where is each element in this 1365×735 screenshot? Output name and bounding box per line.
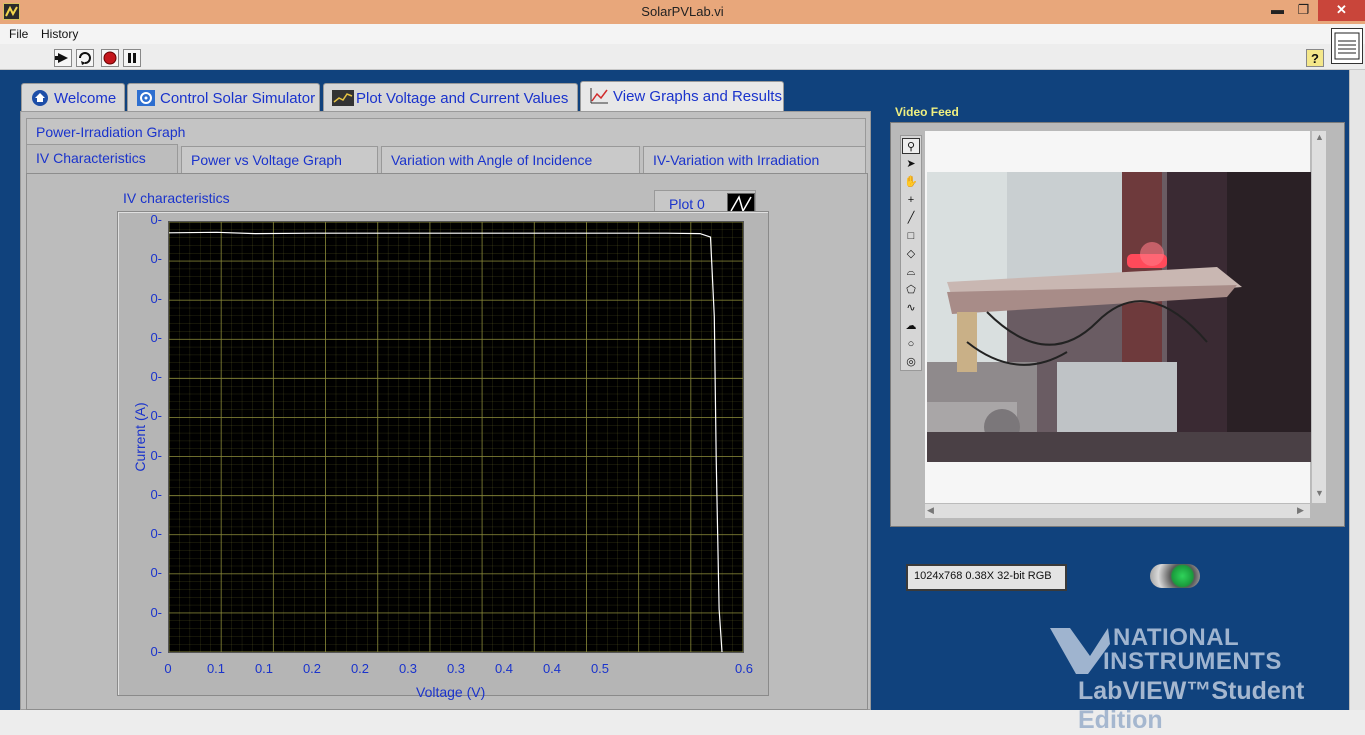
x-tick-label: 0.3 xyxy=(446,661,466,676)
x-tick-label: 0.5 xyxy=(590,661,610,676)
x-tick-label: 0.6 xyxy=(734,661,754,676)
image-info-text: 1024x768 0.38X 32-bit RGB xyxy=(908,566,1065,589)
home-icon xyxy=(30,89,50,107)
waveform-icon xyxy=(332,89,354,107)
vi-icon xyxy=(1331,28,1363,64)
graph-icon xyxy=(589,87,609,105)
video-vertical-scrollbar[interactable]: ▲ ▼ xyxy=(1311,131,1326,503)
close-icon[interactable]: ✕ xyxy=(1318,0,1365,21)
y-tick-label: 0- xyxy=(150,565,162,581)
line-icon[interactable]: ╱ xyxy=(902,210,920,226)
run-continuous-icon[interactable] xyxy=(76,49,94,67)
y-tick-label: 0- xyxy=(150,644,162,659)
tab-welcome[interactable]: Welcome xyxy=(21,83,125,113)
x-axis-label: Voltage (V) xyxy=(416,684,486,700)
menu-history[interactable]: History xyxy=(41,27,78,41)
restore-icon[interactable]: ❐ xyxy=(1290,0,1317,21)
freehand-icon[interactable]: ∿ xyxy=(902,300,920,316)
polygon-icon[interactable]: ⬠ xyxy=(902,282,920,298)
status-led-toggle[interactable] xyxy=(1150,564,1200,588)
panel-scrollbar[interactable] xyxy=(1349,70,1365,710)
x-tick-label: 0.1 xyxy=(206,661,226,676)
graph-title: IV characteristics xyxy=(123,190,230,206)
scroll-down-icon[interactable]: ▼ xyxy=(1315,488,1324,498)
tab-label: IV-Variation with Irradiation xyxy=(653,152,820,168)
y-tick-label: 0- xyxy=(150,408,162,424)
gear-icon xyxy=(136,89,156,107)
labview-student-edition: LabVIEW™Student Edition xyxy=(1078,677,1305,734)
tab-label: Control Solar Simulator xyxy=(160,90,316,107)
x-tick-label: 0.2 xyxy=(302,661,322,676)
iv-plot-svg xyxy=(168,221,744,653)
tab-control-solar-simulator[interactable]: Control Solar Simulator xyxy=(127,83,320,113)
legend-label: Plot 0 xyxy=(669,196,705,212)
tab-label: Power-Irradiation Graph xyxy=(36,124,186,140)
ni-logo-line2: INSTRUMENTS xyxy=(1103,648,1282,675)
image-info-box: 1024x768 0.38X 32-bit RGB xyxy=(906,564,1067,591)
tab-angle-of-incidence[interactable]: Variation with Angle of Incidence xyxy=(381,146,640,173)
tab-label: IV Characteristics xyxy=(36,150,146,166)
tab-view-graphs-results[interactable]: View Graphs and Results xyxy=(580,81,784,114)
tab-iv-characteristics[interactable]: IV Characteristics xyxy=(26,144,178,174)
y-tick-label: 0- xyxy=(150,290,162,306)
y-tick-label: 0- xyxy=(150,251,162,267)
help-button[interactable]: ? xyxy=(1306,49,1324,67)
y-tick-label: 0- xyxy=(150,369,162,385)
x-tick-label: 0.3 xyxy=(398,661,418,676)
rectangle-icon[interactable]: □ xyxy=(902,228,920,244)
plot-area[interactable] xyxy=(168,221,744,653)
ni-eagle-logo xyxy=(1050,626,1110,676)
x-tick-label: 0.4 xyxy=(494,661,514,676)
tab-label: Variation with Angle of Incidence xyxy=(391,152,593,168)
toolbar xyxy=(0,44,1365,70)
oval-icon[interactable]: ○ xyxy=(902,336,920,352)
scroll-up-icon[interactable]: ▲ xyxy=(1315,132,1324,142)
tab-power-irradiation[interactable]: Power-Irradiation Graph xyxy=(26,118,866,146)
video-feed-label: Video Feed xyxy=(895,105,959,119)
y-tick-label: 0- xyxy=(150,604,162,620)
tab-iv-variation-irradiation[interactable]: IV-Variation with Irradiation xyxy=(643,146,866,173)
x-tick-label: 0.2 xyxy=(350,661,370,676)
menu-file[interactable]: File xyxy=(9,27,28,41)
zoom-icon[interactable]: ⚲ xyxy=(902,138,920,154)
video-horizontal-scrollbar[interactable]: ◀ ▶ xyxy=(925,503,1310,518)
crosshair-icon[interactable]: + xyxy=(902,192,920,208)
y-tick-label: 0- xyxy=(150,486,162,502)
tab-plot-voltage-current[interactable]: Plot Voltage and Current Values xyxy=(323,83,578,113)
y-tick-label: 0- xyxy=(150,447,162,463)
run-arrow-icon[interactable] xyxy=(54,49,72,67)
y-tick-label: 0- xyxy=(150,329,162,345)
minimize-icon[interactable]: ▬ xyxy=(1264,0,1291,21)
annulus-icon[interactable]: ⌓ xyxy=(902,264,920,280)
scroll-left-icon[interactable]: ◀ xyxy=(927,505,934,516)
menu-bar xyxy=(0,24,1365,44)
window-title: SolarPVLab.vi xyxy=(641,4,724,19)
pan-icon[interactable]: ✋ xyxy=(902,174,920,190)
tab-label: View Graphs and Results xyxy=(613,88,782,105)
tab-power-vs-voltage[interactable]: Power vs Voltage Graph xyxy=(181,146,378,173)
y-tick-label: 0- xyxy=(150,212,162,227)
x-tick-label: 0.1 xyxy=(254,661,274,676)
x-tick-label: 0 xyxy=(164,661,172,676)
pointer-icon[interactable]: ➤ xyxy=(902,156,920,172)
ring-icon[interactable]: ◎ xyxy=(902,354,920,370)
rotated-rect-icon[interactable]: ◇ xyxy=(902,246,920,262)
free-region-icon[interactable]: ☁ xyxy=(902,318,920,334)
camera-image xyxy=(927,172,1311,462)
pause-icon[interactable] xyxy=(123,49,141,67)
tab-label: Welcome xyxy=(54,90,117,107)
y-tick-label: 0- xyxy=(150,526,162,542)
tab-label: Power vs Voltage Graph xyxy=(191,152,342,168)
tab-label: Plot Voltage and Current Values xyxy=(356,90,569,107)
x-tick-label: 0.4 xyxy=(542,661,562,676)
scroll-right-icon[interactable]: ▶ xyxy=(1297,505,1304,516)
abort-icon[interactable] xyxy=(101,49,119,67)
